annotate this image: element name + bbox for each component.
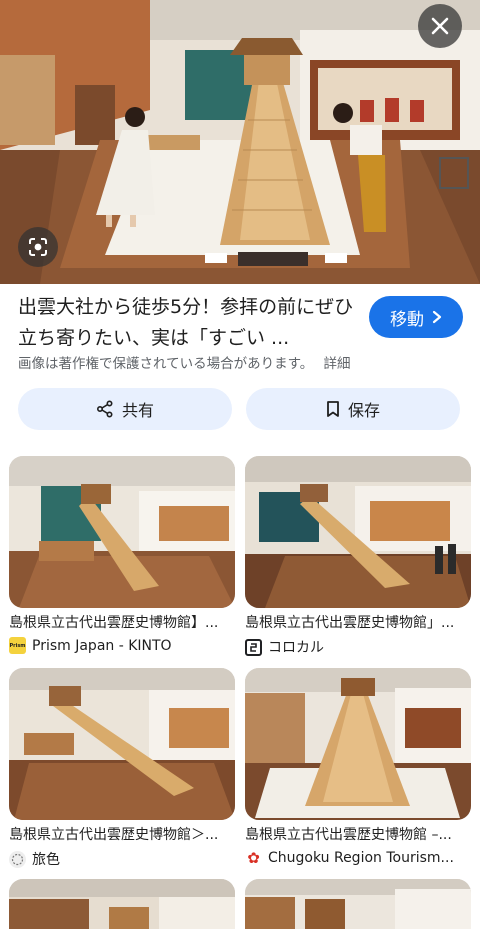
copyright-text: 画像は著作権で保護されている場合があります。 — [18, 356, 314, 372]
related-card[interactable] — [245, 879, 471, 929]
lens-button[interactable] — [18, 227, 58, 267]
corokal-favicon-icon — [245, 638, 262, 656]
related-card[interactable]: 島根県立古代出雲歴史博物館」... コロカル — [245, 456, 471, 657]
related-thumbnail[interactable] — [245, 668, 471, 820]
related-thumbnail[interactable] — [9, 668, 235, 820]
related-caption[interactable]: 島根県立古代出雲歴史博物館」... — [245, 614, 471, 632]
related-card[interactable]: 島根県立古代出雲歴史博物館 –... ✿ Chugoku Region Tour… — [245, 668, 471, 867]
related-caption[interactable]: 島根県立古代出雲歴史博物館 –... — [245, 826, 471, 844]
related-source[interactable]: Prism Prism Japan - KINTO — [9, 637, 235, 654]
related-thumbnail[interactable] — [245, 879, 471, 929]
hero-photo — [0, 0, 480, 284]
share-label: 共有 — [121, 401, 154, 420]
related-photo — [9, 879, 235, 929]
related-caption[interactable]: 島根県立古代出雲歴史博物館】... — [9, 614, 235, 632]
related-thumbnail[interactable] — [245, 456, 471, 608]
lens-icon — [29, 238, 47, 256]
related-thumbnail[interactable] — [9, 879, 235, 929]
related-source-name: Chugoku Region Tourism... — [268, 849, 454, 866]
save-label: 保存 — [347, 401, 380, 420]
chevron-right-icon — [432, 310, 442, 324]
related-source[interactable]: 旅色 — [9, 849, 235, 869]
share-button[interactable]: 共有 — [18, 388, 232, 430]
chugoku-favicon-icon: ✿ — [247, 848, 260, 867]
related-card[interactable]: 島根県立古代出雲歴史博物館＞... 旅色 — [9, 668, 235, 869]
bookmark-icon — [327, 401, 339, 417]
related-photo — [9, 668, 235, 820]
visit-button[interactable]: 移動 — [369, 296, 463, 338]
details-link[interactable]: 詳細 — [324, 356, 351, 372]
hero-image[interactable] — [0, 0, 480, 284]
related-card[interactable]: 島根県立古代出雲歴史博物館】... Prism Prism Japan - KI… — [9, 456, 235, 654]
related-card[interactable] — [9, 879, 235, 929]
related-source-name: コロカル — [268, 640, 324, 656]
visit-label: 移動 — [390, 309, 424, 330]
related-photo — [245, 456, 471, 608]
tabiiro-favicon-icon — [9, 850, 26, 868]
related-photo — [245, 668, 471, 820]
share-icon — [96, 400, 113, 418]
close-button[interactable] — [418, 4, 462, 48]
save-button[interactable]: 保存 — [246, 388, 460, 430]
related-caption[interactable]: 島根県立古代出雲歴史博物館＞... — [9, 826, 235, 844]
result-title[interactable]: 出雲大社から徒歩5分！参拝の前にぜひ立ち寄りたい、実は「すごい ... — [18, 292, 358, 354]
prism-favicon-icon: Prism — [9, 637, 26, 654]
related-source[interactable]: コロカル — [245, 637, 471, 657]
related-source-name: Prism Japan - KINTO — [32, 637, 172, 654]
related-photo — [245, 879, 471, 929]
related-photo — [9, 456, 235, 608]
close-icon — [431, 17, 449, 35]
copyright-notice: 画像は著作権で保護されている場合があります。 詳細 — [18, 352, 351, 372]
related-thumbnail[interactable] — [9, 456, 235, 608]
related-source-name: 旅色 — [32, 852, 60, 868]
related-source[interactable]: ✿ Chugoku Region Tourism... — [245, 848, 471, 867]
